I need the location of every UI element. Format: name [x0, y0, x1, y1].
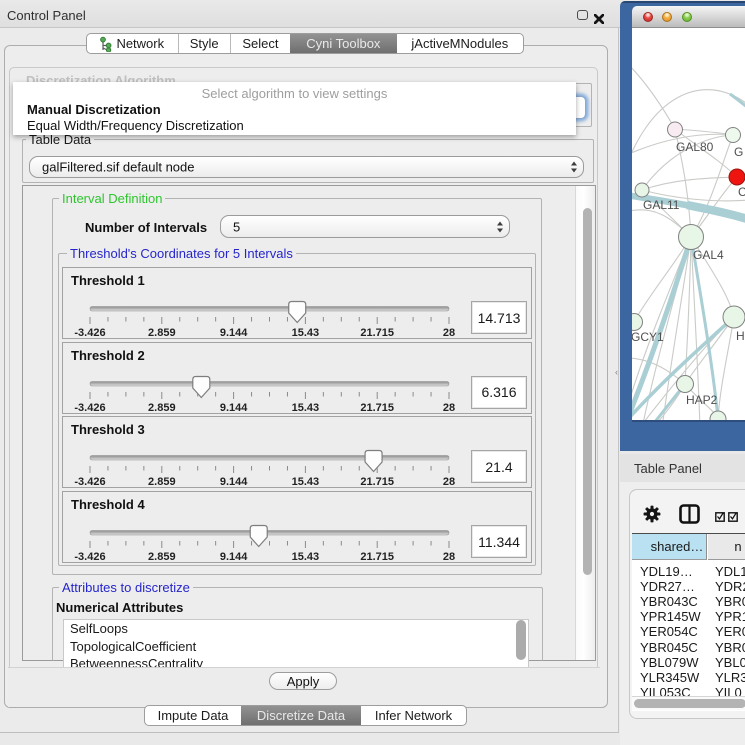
- svg-text:HAP2: HAP2: [686, 393, 718, 407]
- svg-text:15.43: 15.43: [292, 327, 320, 339]
- svg-text:15.43: 15.43: [292, 402, 320, 414]
- svg-text:-3.426: -3.426: [74, 402, 105, 414]
- svg-text:2.859: 2.859: [148, 327, 176, 339]
- svg-text:15.43: 15.43: [292, 476, 320, 488]
- svg-text:28: 28: [443, 551, 455, 563]
- svg-text:2.859: 2.859: [148, 551, 176, 563]
- svg-text:21.715: 21.715: [360, 402, 394, 414]
- svg-text:GAL80: GAL80: [676, 140, 714, 154]
- svg-text:21.715: 21.715: [360, 327, 394, 339]
- svg-text:9.144: 9.144: [220, 402, 248, 414]
- svg-text:H: H: [736, 329, 745, 343]
- svg-text:28: 28: [443, 327, 455, 339]
- svg-text:2.859: 2.859: [148, 402, 176, 414]
- svg-text:GAL4: GAL4: [693, 248, 724, 262]
- svg-text:-3.426: -3.426: [74, 476, 105, 488]
- svg-text:21.715: 21.715: [360, 551, 394, 563]
- svg-text:15.43: 15.43: [292, 551, 320, 563]
- svg-text:GCY1: GCY1: [632, 330, 664, 344]
- svg-text:GAL11: GAL11: [643, 198, 680, 212]
- svg-text:9.144: 9.144: [220, 327, 248, 339]
- svg-text:2.859: 2.859: [148, 476, 176, 488]
- svg-text:9.144: 9.144: [220, 551, 248, 563]
- svg-text:21.715: 21.715: [360, 476, 394, 488]
- svg-text:G: G: [734, 145, 743, 159]
- svg-text:9.144: 9.144: [220, 476, 248, 488]
- svg-text:-3.426: -3.426: [74, 327, 105, 339]
- svg-text:28: 28: [443, 476, 455, 488]
- svg-text:C: C: [738, 185, 745, 199]
- svg-text:28: 28: [443, 402, 455, 414]
- svg-text:-3.426: -3.426: [74, 551, 105, 563]
